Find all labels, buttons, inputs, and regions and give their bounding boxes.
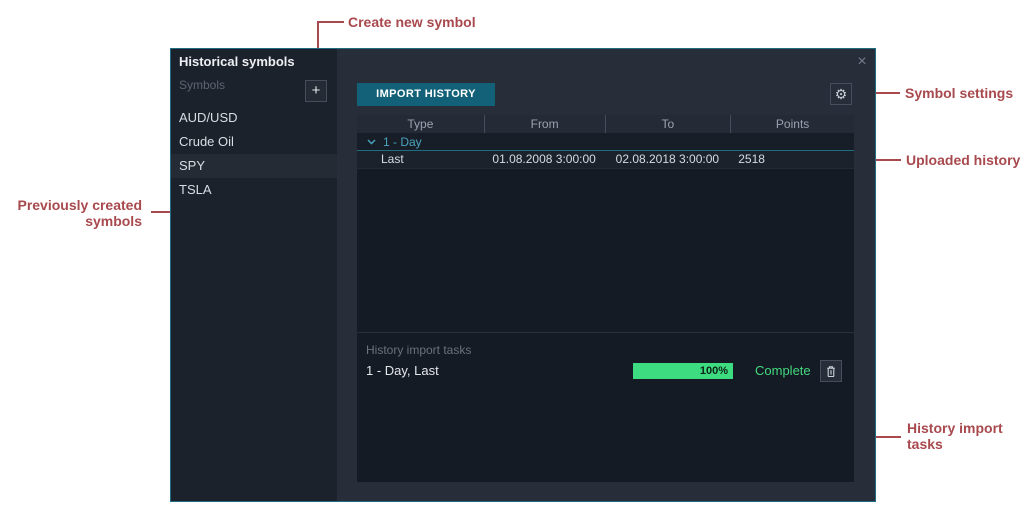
history-table-header: Type From To Points <box>357 115 854 133</box>
symbol-item-spy-selected[interactable]: SPY <box>171 154 337 178</box>
task-progress-bar: 100% <box>633 363 733 379</box>
symbol-label: Crude Oil <box>179 134 234 149</box>
annotation-symbol-settings: Symbol settings <box>905 85 1013 101</box>
symbols-sidebar: Historical symbols Symbols + AUD/USD Cru… <box>171 49 337 501</box>
column-header-points[interactable]: Points <box>730 115 854 133</box>
table-group-row-1-day[interactable]: 1 - Day <box>357 133 854 151</box>
cell-points: 2518 <box>730 151 854 168</box>
task-progress-value: 100% <box>633 363 733 379</box>
symbol-label: AUD/USD <box>179 110 238 125</box>
page: Create new symbol Symbol settings Upload… <box>0 0 1030 510</box>
table-row-uploaded-history[interactable]: Last 01.08.2008 3:00:00 02.08.2018 3:00:… <box>357 151 854 169</box>
annotation-history-import-tasks: History import tasks <box>907 420 1003 452</box>
symbol-settings-button[interactable]: ⚙ <box>830 83 852 105</box>
cell-to: 02.08.2018 3:00:00 <box>605 151 731 168</box>
task-name: 1 - Day, Last <box>366 363 439 379</box>
column-header-to[interactable]: To <box>605 115 731 133</box>
symbol-list: AUD/USD Crude Oil SPY TSLA <box>171 106 337 202</box>
close-icon[interactable]: × <box>853 53 871 71</box>
annotation-create-new-symbol: Create new symbol <box>348 14 476 30</box>
symbols-section-label: Symbols <box>179 78 225 92</box>
gear-icon: ⚙ <box>835 86 848 102</box>
plus-icon: + <box>312 82 321 99</box>
dialog-title: Historical symbols <box>179 54 295 69</box>
annotation-previously-created-symbols: Previously created symbols <box>10 197 142 229</box>
cell-type: Last <box>357 151 484 168</box>
symbol-item-tsla[interactable]: TSLA <box>171 178 337 202</box>
history-panel: Type From To Points 1 - Day Last 01.08.2… <box>357 115 854 482</box>
chevron-down-icon <box>367 139 376 145</box>
dialog-main-area: × IMPORT HISTORY ⚙ Type From To Points <box>337 49 875 501</box>
tasks-divider <box>357 332 854 333</box>
import-history-button[interactable]: IMPORT HISTORY <box>357 83 495 106</box>
symbol-item-crude-oil[interactable]: Crude Oil <box>171 130 337 154</box>
tasks-section-label: History import tasks <box>366 343 471 357</box>
symbol-label: SPY <box>179 158 205 173</box>
symbol-item-audusd[interactable]: AUD/USD <box>171 106 337 130</box>
trash-icon <box>825 365 837 378</box>
historical-symbols-dialog: Historical symbols Symbols + AUD/USD Cru… <box>170 48 876 502</box>
create-symbol-button[interactable]: + <box>305 80 327 102</box>
task-status-badge: Complete <box>755 363 811 379</box>
column-header-type[interactable]: Type <box>357 115 484 133</box>
group-label: 1 - Day <box>383 135 422 149</box>
column-header-from[interactable]: From <box>484 115 605 133</box>
annotation-uploaded-history: Uploaded history <box>906 152 1020 168</box>
symbol-label: TSLA <box>179 182 212 197</box>
cell-from: 01.08.2008 3:00:00 <box>484 151 605 168</box>
delete-task-button[interactable] <box>820 360 842 382</box>
